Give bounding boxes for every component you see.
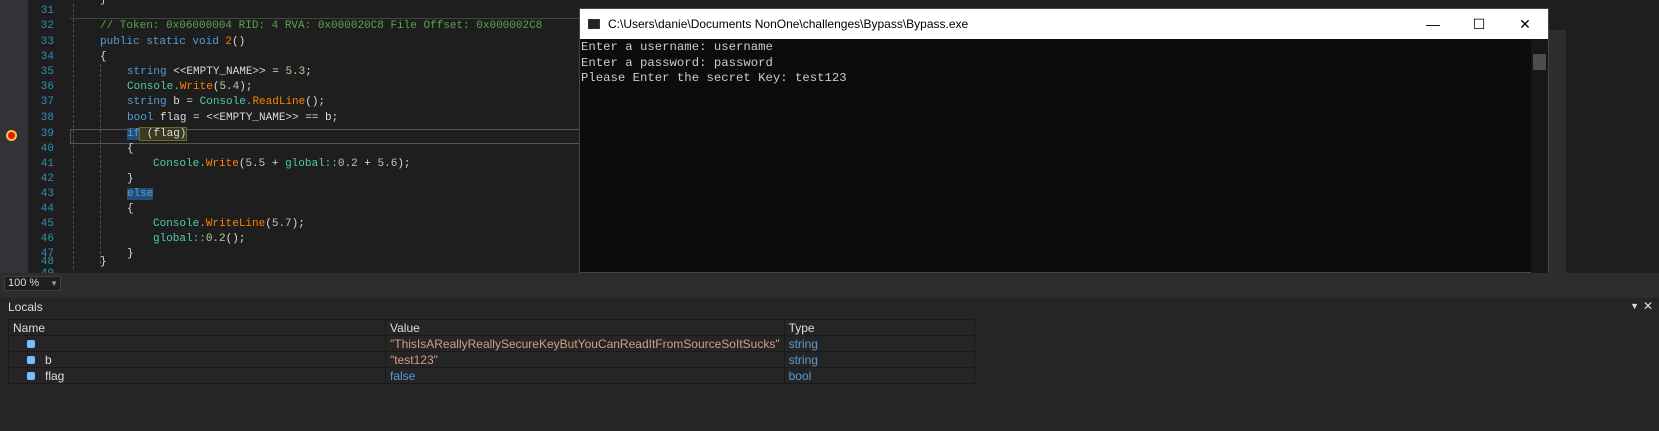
line-number: 31 — [40, 5, 54, 17]
table-row[interactable]: "ThisIsAReallyReallySecureKeyButYouCanRe… — [8, 335, 975, 352]
indent-guide — [100, 64, 101, 264]
table-row[interactable]: flag false bool — [8, 367, 975, 384]
variable-type: bool — [783, 367, 975, 384]
variable-name: flag — [45, 368, 65, 383]
line-number: 43 — [40, 188, 54, 200]
variable-type: string — [783, 351, 975, 368]
close-button[interactable]: ✕ — [1502, 9, 1548, 39]
dropdown-icon[interactable]: ▼ — [1630, 301, 1639, 311]
variable-type: string — [783, 335, 975, 352]
locals-table: Name Value Type "ThisIsAReallyReallySecu… — [8, 319, 975, 384]
variable-icon — [27, 339, 35, 348]
code-line-38: bool flag = <<EMPTY_NAME>> == b; — [127, 112, 339, 124]
minimize-button[interactable]: — — [1410, 9, 1456, 39]
code-line-32: // Token: 0x06000004 RID: 4 RVA: 0x00002… — [100, 20, 543, 32]
console-app-icon — [588, 19, 600, 29]
column-header-value[interactable]: Value — [385, 319, 785, 336]
console-title: C:\Users\danie\Documents NonOne\challeng… — [608, 17, 969, 31]
code-line-40: { — [127, 143, 134, 155]
variable-value[interactable]: false — [385, 367, 785, 384]
console-scrollbar[interactable] — [1531, 39, 1548, 273]
line-number: 42 — [40, 173, 54, 185]
code-line-47: } — [127, 248, 134, 260]
scrollbar-thumb[interactable] — [1533, 54, 1546, 70]
locals-title: Locals — [8, 300, 43, 314]
locals-panel: Locals ▼ ✕ Name Value Type "ThisIsAReall… — [0, 298, 1659, 431]
variable-icon — [27, 355, 35, 364]
code-line-33: public static void 2() — [100, 36, 246, 48]
line-number: 45 — [40, 218, 54, 230]
code-line-43: else — [127, 188, 154, 200]
line-number: 34 — [40, 51, 54, 63]
code-line-30: } — [100, 0, 107, 6]
column-header-type[interactable]: Type — [783, 319, 975, 336]
line-number: 46 — [40, 233, 54, 245]
code-line-34: { — [100, 51, 107, 63]
code-line-37: string b = Console.ReadLine(); — [127, 96, 326, 108]
zoom-level-dropdown[interactable]: 100 % ▼ — [4, 276, 61, 291]
code-line-48: } — [100, 256, 107, 268]
method-separator — [70, 18, 580, 19]
zoom-level: 100 % — [8, 277, 40, 289]
maximize-button[interactable]: ☐ — [1456, 9, 1502, 39]
line-number: 33 — [40, 36, 54, 48]
variable-value[interactable]: "test123" — [385, 351, 785, 368]
line-number: 35 — [40, 66, 54, 78]
variable-name: b — [45, 352, 52, 367]
close-panel-icon[interactable]: ✕ — [1643, 299, 1653, 313]
line-number: 39 — [40, 128, 54, 140]
code-line-35: string <<EMPTY_NAME>> = 5.3; — [127, 66, 312, 78]
code-line-39: if (flag) — [127, 127, 188, 141]
code-line-41: Console.Write(5.5 + global::0.2 + 5.6); — [153, 158, 411, 170]
line-number: 41 — [40, 158, 54, 170]
line-number: 44 — [40, 203, 54, 215]
variable-icon — [27, 371, 35, 380]
table-row[interactable]: b "test123" string — [8, 351, 975, 368]
breakpoint-icon[interactable] — [6, 130, 17, 141]
chevron-down-icon: ▼ — [50, 279, 58, 288]
editor-scrollbar[interactable] — [1549, 30, 1566, 273]
line-number: 40 — [40, 143, 54, 155]
code-line-36: Console.Write(5.4); — [127, 81, 253, 93]
line-number: 38 — [40, 112, 54, 124]
console-window[interactable]: C:\Users\danie\Documents NonOne\challeng… — [579, 8, 1549, 273]
console-title-bar[interactable]: C:\Users\danie\Documents NonOne\challeng… — [580, 9, 1548, 39]
code-line-44: { — [127, 203, 134, 215]
line-number: 32 — [40, 20, 54, 32]
variable-value[interactable]: "ThisIsAReallyReallySecureKeyButYouCanRe… — [385, 335, 785, 352]
line-number: 36 — [40, 81, 54, 93]
line-number: 48 — [40, 256, 54, 268]
console-output: Enter a username: username Enter a passw… — [581, 40, 847, 85]
code-line-46: global::0.2(); — [153, 233, 246, 245]
code-line-42: } — [127, 173, 134, 185]
column-header-name[interactable]: Name — [8, 319, 386, 336]
line-number: 37 — [40, 96, 54, 108]
code-line-45: Console.WriteLine(5.7); — [153, 218, 305, 230]
